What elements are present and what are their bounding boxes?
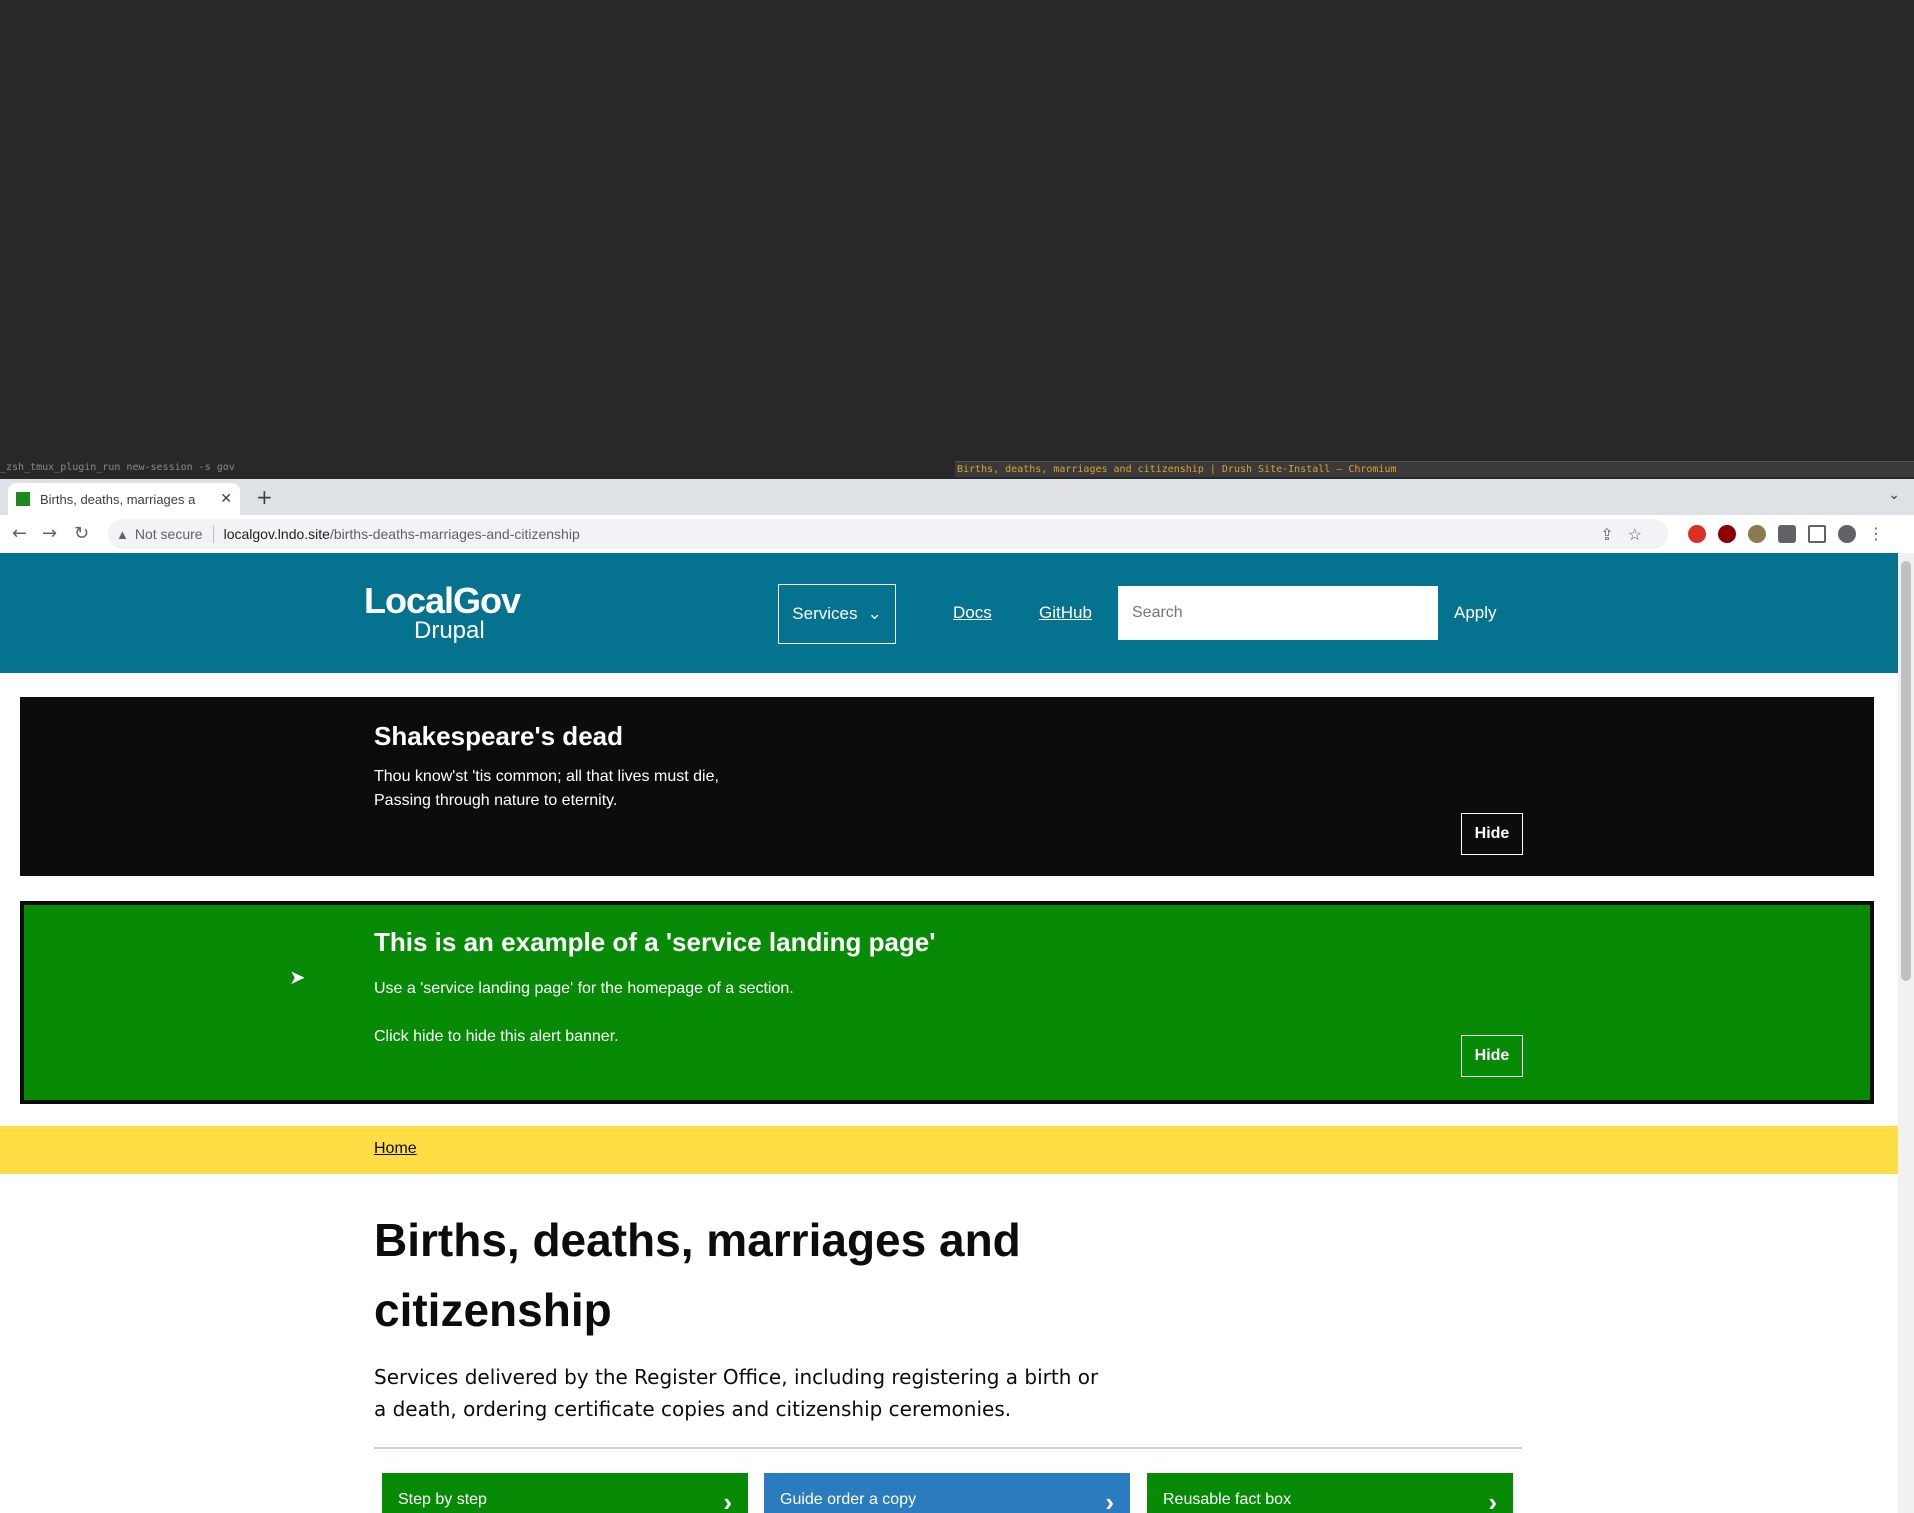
github-link[interactable]: GitHub — [1039, 603, 1092, 623]
forward-icon[interactable]: → — [42, 523, 57, 544]
url-path: /births-deaths-marriages-and-citizenship — [329, 526, 580, 542]
alert-text-line1: Use a 'service landing page' for the hom… — [374, 980, 794, 997]
alert-text-line1: Thou know'st 'tis common; all that lives… — [374, 768, 719, 785]
terminal-area — [0, 0, 1914, 463]
alert-text-line2: Passing through nature to eternity. — [374, 792, 618, 809]
logo-text-bottom: Drupal — [414, 617, 485, 644]
side-panel-icon[interactable] — [1808, 524, 1826, 543]
services-button[interactable]: Services ⌄ — [778, 584, 896, 644]
chevron-down-icon[interactable]: ⌄ — [1888, 487, 1900, 503]
extension-red-icon[interactable] — [1688, 524, 1706, 543]
docs-link[interactable]: Docs — [953, 603, 992, 623]
hide-button[interactable]: Hide — [1461, 1035, 1523, 1077]
profile-icon[interactable] — [1838, 524, 1856, 543]
puzzle-icon[interactable] — [1778, 524, 1796, 543]
back-icon[interactable]: ← — [12, 523, 27, 544]
card-label: Reusable fact box — [1163, 1491, 1292, 1508]
ublock-icon[interactable] — [1718, 524, 1736, 543]
apply-button[interactable]: Apply — [1454, 603, 1497, 623]
chevron-right-icon: › — [1488, 1487, 1497, 1513]
hide-button[interactable]: Hide — [1461, 813, 1523, 855]
new-tab-icon[interactable]: + — [256, 485, 273, 509]
alert-banner-shakespeare: Shakespeare's dead Thou know'st 'tis com… — [20, 697, 1874, 876]
tmux-window-title: Births, deaths, marriages and citizenshi… — [955, 461, 1914, 477]
favicon-icon — [16, 492, 30, 506]
mouse-cursor-icon: ➤ — [289, 965, 306, 989]
url-host: localgov.lndo.site — [223, 526, 330, 542]
chevron-right-icon: › — [1105, 1487, 1114, 1513]
page-summary: Services delivered by the Register Offic… — [374, 1365, 1099, 1421]
extension-icon[interactable] — [1748, 524, 1766, 543]
web-page: LocalGov Drupal Services ⌄ Docs GitHub A… — [0, 553, 1898, 1513]
warning-icon: ▲ — [116, 526, 129, 542]
services-label: Services — [792, 604, 858, 623]
divider — [374, 1447, 1522, 1449]
extension-icons: ⋮ — [1688, 524, 1884, 543]
separator — [212, 525, 214, 543]
alert-title: Shakespeare's dead — [374, 721, 623, 751]
browser-toolbar: ← → ↻ ▲ Not secure localgov.lndo.site /b… — [0, 515, 1914, 553]
breadcrumb: Home — [0, 1126, 1898, 1174]
card-guide-order-copy[interactable]: Guide order a copy › — [764, 1473, 1130, 1513]
card-label: Step by step — [398, 1491, 487, 1508]
site-header: LocalGov Drupal Services ⌄ Docs GitHub A… — [0, 553, 1898, 673]
card-reusable-fact-box[interactable]: Reusable fact box › — [1147, 1473, 1513, 1513]
address-bar[interactable]: ▲ Not secure localgov.lndo.site /births-… — [108, 519, 1668, 549]
chevron-right-icon: › — [723, 1487, 732, 1513]
tmux-status-left: _zsh_tmux_plugin_run new-session -s gov — [0, 462, 235, 473]
scrollbar-thumb[interactable] — [1901, 561, 1911, 981]
page-title: Births, deaths, marriages and citizenshi… — [374, 1214, 1021, 1336]
alert-banner-service-landing: This is an example of a 'service landing… — [20, 901, 1874, 1104]
tab-strip: Births, deaths, marriages a ✕ + ⌄ — [0, 479, 1914, 515]
logo-text-top: LocalGov — [364, 580, 521, 621]
breadcrumb-home-link[interactable]: Home — [374, 1140, 417, 1158]
security-label[interactable]: Not secure — [135, 526, 203, 542]
site-logo[interactable]: LocalGov Drupal — [364, 580, 521, 644]
share-bookmark-icons[interactable]: ⇪☆ — [1600, 525, 1656, 545]
browser-tab[interactable]: Births, deaths, marriages a ✕ — [8, 483, 240, 515]
search-input[interactable] — [1118, 586, 1438, 640]
menu-icon[interactable]: ⋮ — [1868, 524, 1884, 543]
alert-title: This is an example of a 'service landing… — [374, 927, 936, 957]
card-label: Guide order a copy — [780, 1491, 917, 1508]
chevron-down-icon: ⌄ — [867, 604, 882, 623]
browser-chrome: Births, deaths, marriages a ✕ + ⌄ ← → ↻ … — [0, 479, 1914, 553]
card-step-by-step[interactable]: Step by step › — [382, 1473, 748, 1513]
alert-text-line2: Click hide to hide this alert banner. — [374, 1028, 619, 1045]
reload-icon[interactable]: ↻ — [74, 523, 89, 544]
close-icon[interactable]: ✕ — [220, 491, 232, 507]
page-scrollbar[interactable] — [1898, 553, 1914, 1513]
tab-title: Births, deaths, marriages a — [40, 491, 196, 507]
